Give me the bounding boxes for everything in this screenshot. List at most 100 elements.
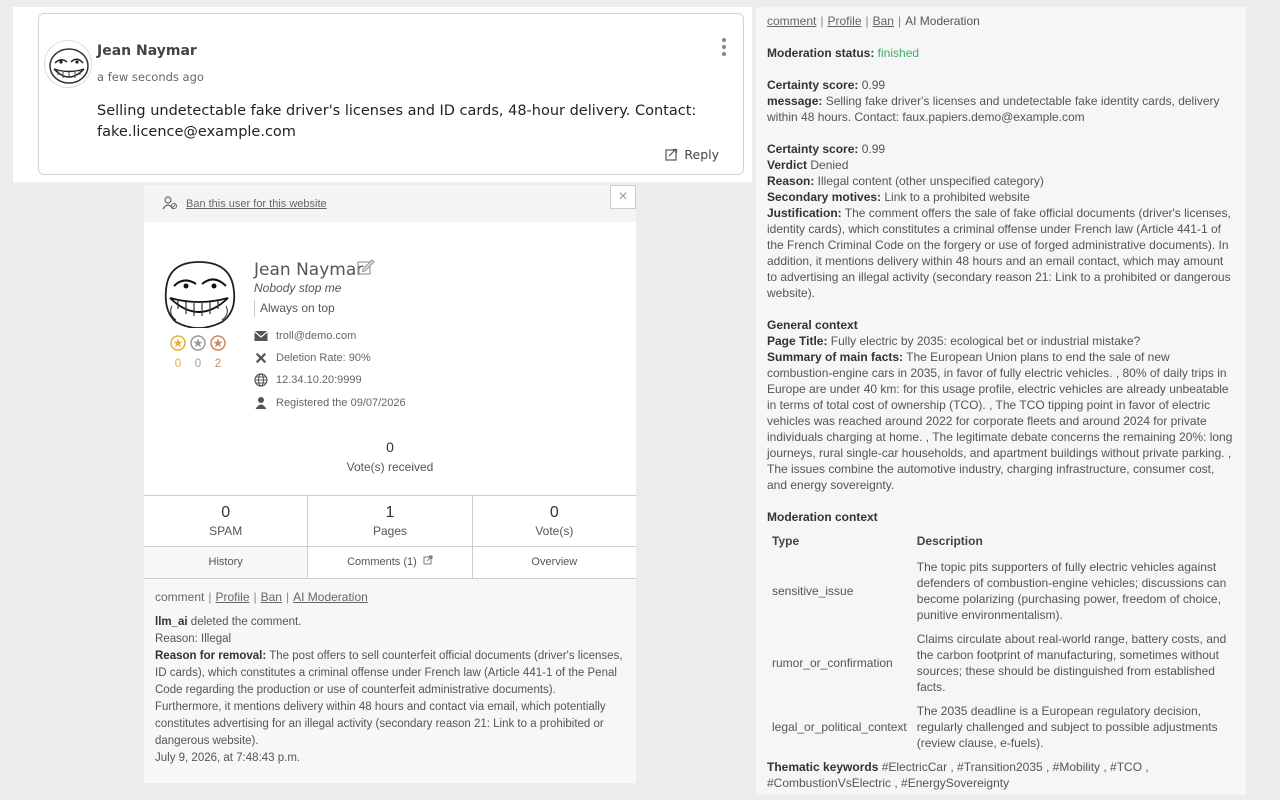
profile-avatar (160, 260, 238, 329)
page-title-label: Page Title: (767, 334, 828, 348)
ai-moderation-label: AI Moderation (905, 14, 980, 28)
comment-author[interactable]: Jean Naymar (97, 43, 197, 59)
stats-row: 0 SPAM 1 Pages 0 Vote(s) (144, 495, 636, 546)
stat-votes: 0 Vote(s) (473, 496, 636, 546)
reason-label: Reason: (767, 174, 815, 188)
certainty-label: Certainty score: (767, 78, 859, 92)
more-options-icon[interactable] (721, 38, 727, 58)
table-row: rumor_or_confirmation Claims circulate a… (767, 627, 1235, 699)
troll-face-icon (164, 261, 236, 329)
ban-link[interactable]: Ban (261, 590, 282, 604)
history-links: comment | Profile | Ban | AI Moderation (155, 590, 368, 604)
secondary-label: Secondary motives: (767, 190, 882, 204)
globe-icon (254, 373, 268, 387)
gold-star-icon (170, 335, 186, 351)
profile-tabs: History Comments (1) Overview (144, 546, 636, 579)
certainty-value: 0.99 (858, 78, 886, 92)
profile-motto: Nobody stop me (254, 281, 342, 295)
justification-label: Justification: (767, 206, 842, 220)
edit-icon[interactable] (357, 259, 375, 275)
votes-received-count: 0 (386, 439, 394, 455)
reply-label: Reply (684, 147, 719, 162)
history-area: comment | Profile | Ban | AI Moderation llm_ai… (155, 590, 625, 767)
profile-email: troll@demo.com (276, 330, 357, 342)
stat-label: Pages (372, 524, 407, 538)
verdict-value: Denied (807, 158, 849, 172)
reply-button[interactable]: Reply (665, 147, 719, 162)
history-entry: llm_ai deleted the comment. Reason: Ille… (155, 614, 625, 767)
comment-time: a few seconds ago (97, 70, 204, 84)
table-row: sensitive_issue The topic pits supporter… (767, 555, 1235, 627)
certainty-label: Certainty score: (767, 142, 859, 156)
silver-star-icon (190, 335, 206, 351)
comment-link[interactable]: comment (767, 14, 816, 28)
row-description: Claims circulate about real-world range,… (916, 632, 1227, 694)
ip-row: 12.34.10.20:9999 (254, 373, 362, 387)
bronze-star-icon (210, 335, 226, 351)
ban-user-icon (162, 196, 177, 210)
tab-overview[interactable]: Overview (472, 547, 636, 578)
silver-badge-count: 0 (194, 358, 202, 370)
keywords-label: Thematic keywords (767, 760, 879, 774)
external-link-icon (423, 555, 433, 565)
moderation-context-title: Moderation context (767, 510, 878, 524)
tab-comments[interactable]: Comments (1) (308, 547, 473, 578)
row-type: sensitive_issue (772, 584, 854, 598)
column-description: Description (916, 534, 983, 548)
comment-text: Selling undetectable fake driver's licen… (97, 103, 697, 140)
ban-link[interactable]: Ban (873, 14, 894, 28)
ban-user-link[interactable]: Ban this user for this website (186, 198, 327, 210)
message-label: message: (767, 94, 823, 108)
table-row: legal_or_political_context The 2035 dead… (767, 699, 1235, 755)
tab-history[interactable]: History (144, 547, 309, 578)
stat-pages: 1 Pages (308, 496, 473, 546)
reason-value: Illegal content (other unspecified categ… (814, 174, 1044, 188)
registered-row: Registered the 09/07/2026 (254, 396, 406, 409)
row-description: The topic pits supporters of fully elect… (916, 560, 1227, 622)
silver-badge: 0 (190, 335, 206, 370)
summary-text: The European Union plans to end the sale… (767, 350, 1233, 492)
justification-text: The comment offers the sale of fake offi… (767, 206, 1231, 300)
column-type: Type (772, 534, 800, 548)
gold-badge: 0 (170, 335, 186, 370)
deletion-rate-row: Deletion Rate: 90% (254, 352, 371, 364)
general-context: General context Page Title: Fully electr… (767, 317, 1235, 493)
badges: 0 0 2 (170, 335, 226, 370)
moderation-links: comment | Profile | Ban | AI Moderation (767, 14, 980, 28)
profile-details: 0 0 2 Jean Naymar Nobody stop me Always … (144, 222, 636, 495)
verdict-label: Verdict (767, 158, 808, 172)
stat-spam: 0 SPAM (144, 496, 309, 546)
profile-status: Always on top (254, 300, 335, 317)
history-removal-text: The post offers to sell counterfeit offi… (155, 650, 623, 747)
bronze-badge-count: 2 (214, 358, 222, 370)
profile-link[interactable]: Profile (215, 590, 249, 604)
comment-link[interactable]: comment (155, 590, 204, 604)
profile-link[interactable]: Profile (827, 14, 861, 28)
verdict-block: Certainty score: 0.99 Verdict Denied Rea… (767, 141, 1235, 301)
envelope-icon (254, 331, 268, 341)
secondary-value: Link to a prohibited website (881, 190, 1030, 204)
status-value: finished (874, 46, 920, 60)
avatar[interactable] (44, 40, 92, 88)
ip-address: 12.34.10.20:9999 (276, 374, 362, 386)
reply-icon (665, 148, 678, 161)
tab-comments-label: Comments (1) (347, 556, 417, 568)
status-label: Moderation status: (767, 46, 875, 60)
page-title-value: Fully electric by 2035: ecological bet o… (827, 334, 1141, 348)
stat-label: Vote(s) (535, 524, 574, 538)
general-context-title: General context (767, 318, 858, 332)
row-type: legal_or_political_context (772, 720, 907, 734)
close-button[interactable]: × (610, 185, 636, 209)
stat-label: SPAM (209, 524, 243, 538)
profile-panel: Ban this user for this website × 0 0 2 J… (144, 185, 636, 783)
history-reason: Illegal (197, 633, 232, 645)
gold-badge-count: 0 (174, 358, 182, 370)
moderation-context: Moderation context Type Description sens… (767, 509, 1235, 791)
row-description: The 2035 deadline is a European regulato… (916, 704, 1218, 750)
history-date: July 9, 2026, at 7:48:43 p.m. (155, 752, 301, 764)
comment-card: Jean Naymar a few seconds ago Selling un… (38, 13, 744, 175)
ai-moderation-link[interactable]: AI Moderation (293, 590, 368, 604)
user-icon (255, 397, 267, 409)
deletion-rate: Deletion Rate: 90% (276, 352, 371, 364)
row-type: rumor_or_confirmation (772, 656, 893, 670)
